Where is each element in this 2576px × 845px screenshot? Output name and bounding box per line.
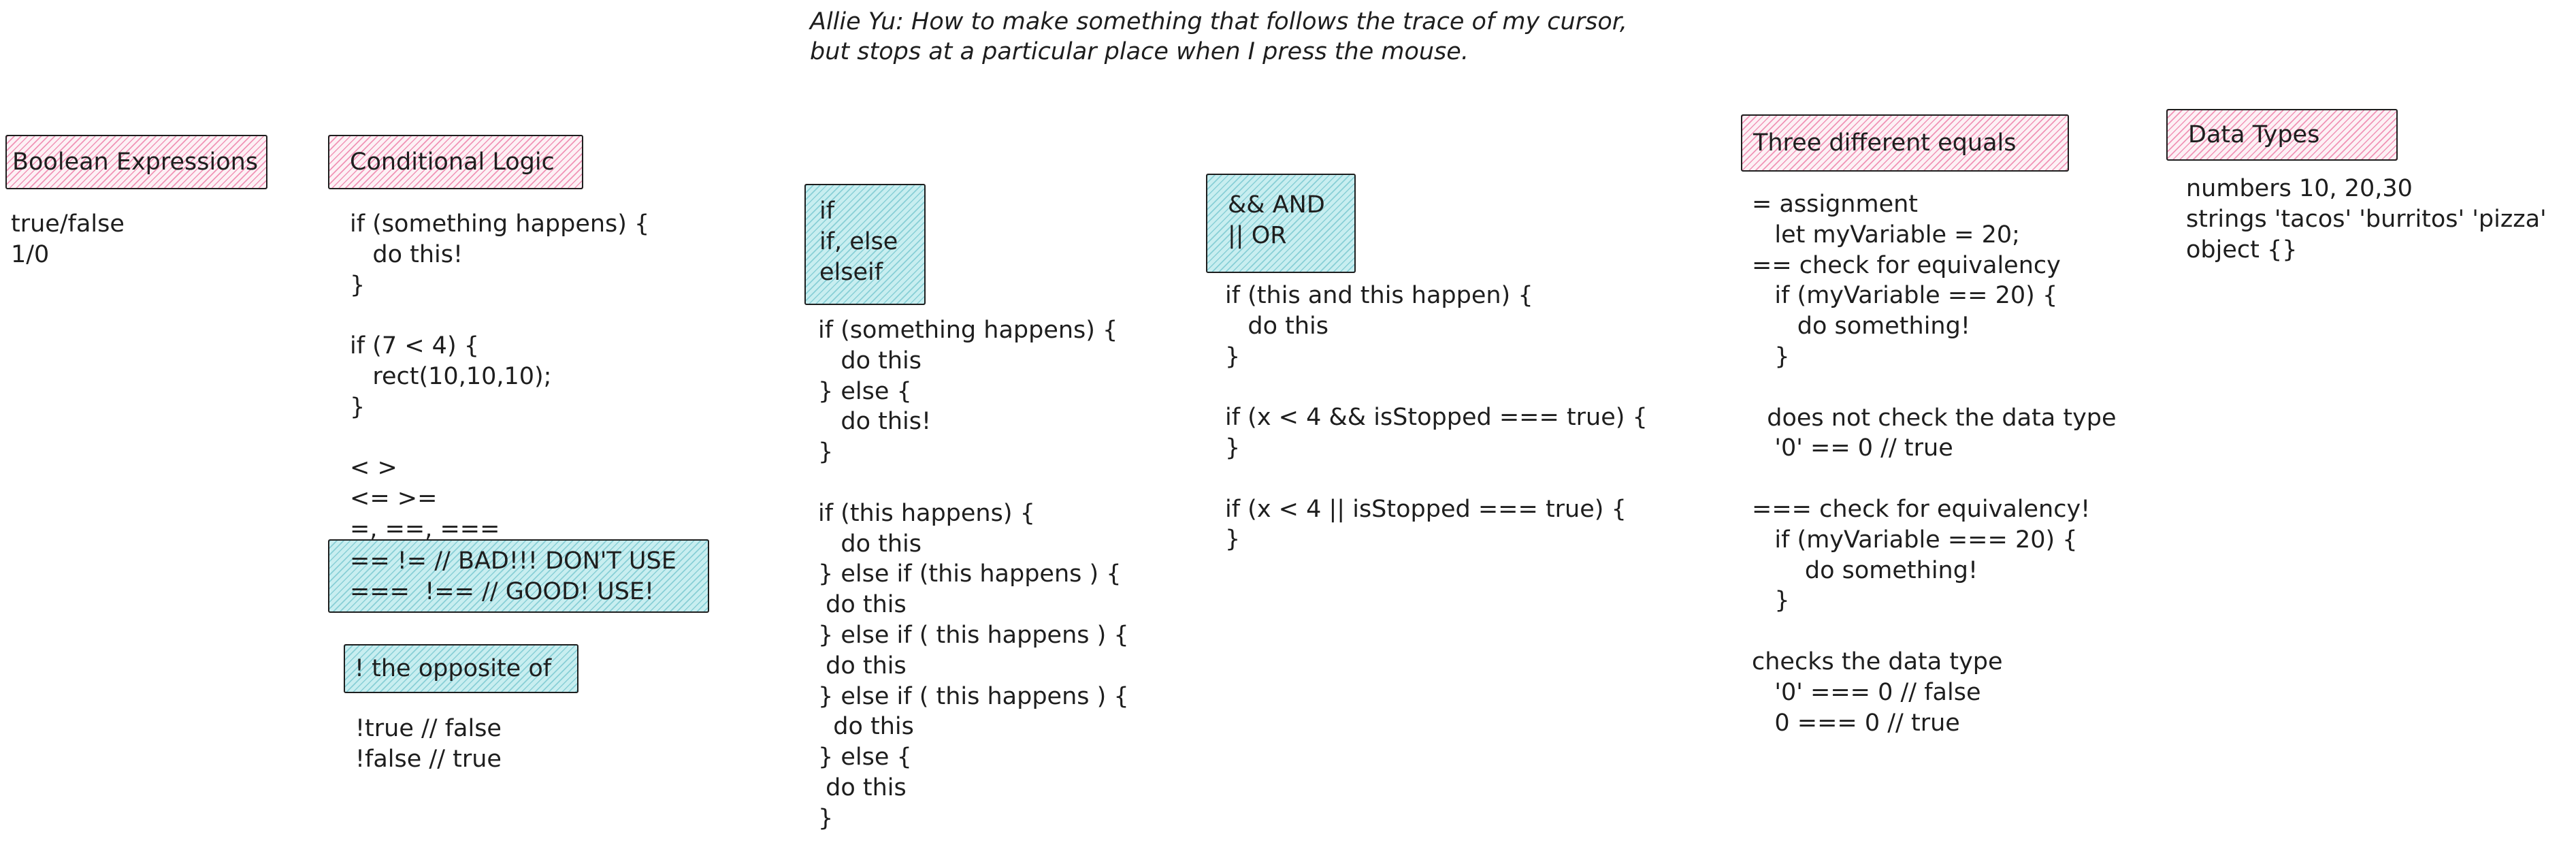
bad-good-note-box[interactable]: == != // BAD!!! DON'T USE === !== // GOO… <box>328 539 709 613</box>
data-types-title-box[interactable]: Data Types <box>2166 109 2398 161</box>
three-equals-title-box[interactable]: Three different equals <box>1741 114 2069 172</box>
and-or-body: if (this and this happen) { do this } if… <box>1225 282 1648 554</box>
three-equals-title: Three different equals <box>1753 129 2017 157</box>
not-operator-body: !true // false !false // true <box>355 715 502 773</box>
question-line-2: but stops at a particular place when I p… <box>810 38 1469 65</box>
if-else-body: if (something happens) { do this } else … <box>818 317 1129 832</box>
data-types-title: Data Types <box>2188 121 2320 148</box>
if-else-title-box[interactable]: if if, else elseif <box>804 184 926 305</box>
boolean-expressions-title: Boolean Expressions <box>12 148 259 176</box>
if-else-title: if if, else elseif <box>819 197 898 286</box>
conditional-logic-title-box[interactable]: Conditional Logic <box>328 135 583 189</box>
three-equals-body: = assignment let myVariable = 20; == che… <box>1752 191 2117 737</box>
and-or-title: && AND || OR <box>1228 191 1325 249</box>
boolean-expressions-body: true/false 1/0 <box>11 210 125 268</box>
bad-good-note: == != // BAD!!! DON'T USE === !== // GOO… <box>350 547 676 605</box>
and-or-title-box[interactable]: && AND || OR <box>1206 174 1356 273</box>
boolean-expressions-title-box[interactable]: Boolean Expressions <box>5 135 267 189</box>
data-types-body: numbers 10, 20,30 strings 'tacos' 'burri… <box>2186 175 2547 264</box>
question-line-1: Allie Yu: How to make something that fol… <box>810 8 1628 35</box>
conditional-logic-body: if (something happens) { do this! } if (… <box>350 210 650 543</box>
not-operator-title-box[interactable]: ! the opposite of <box>344 644 578 693</box>
not-operator-title: ! the opposite of <box>355 655 552 682</box>
conditional-logic-title: Conditional Logic <box>350 148 555 176</box>
